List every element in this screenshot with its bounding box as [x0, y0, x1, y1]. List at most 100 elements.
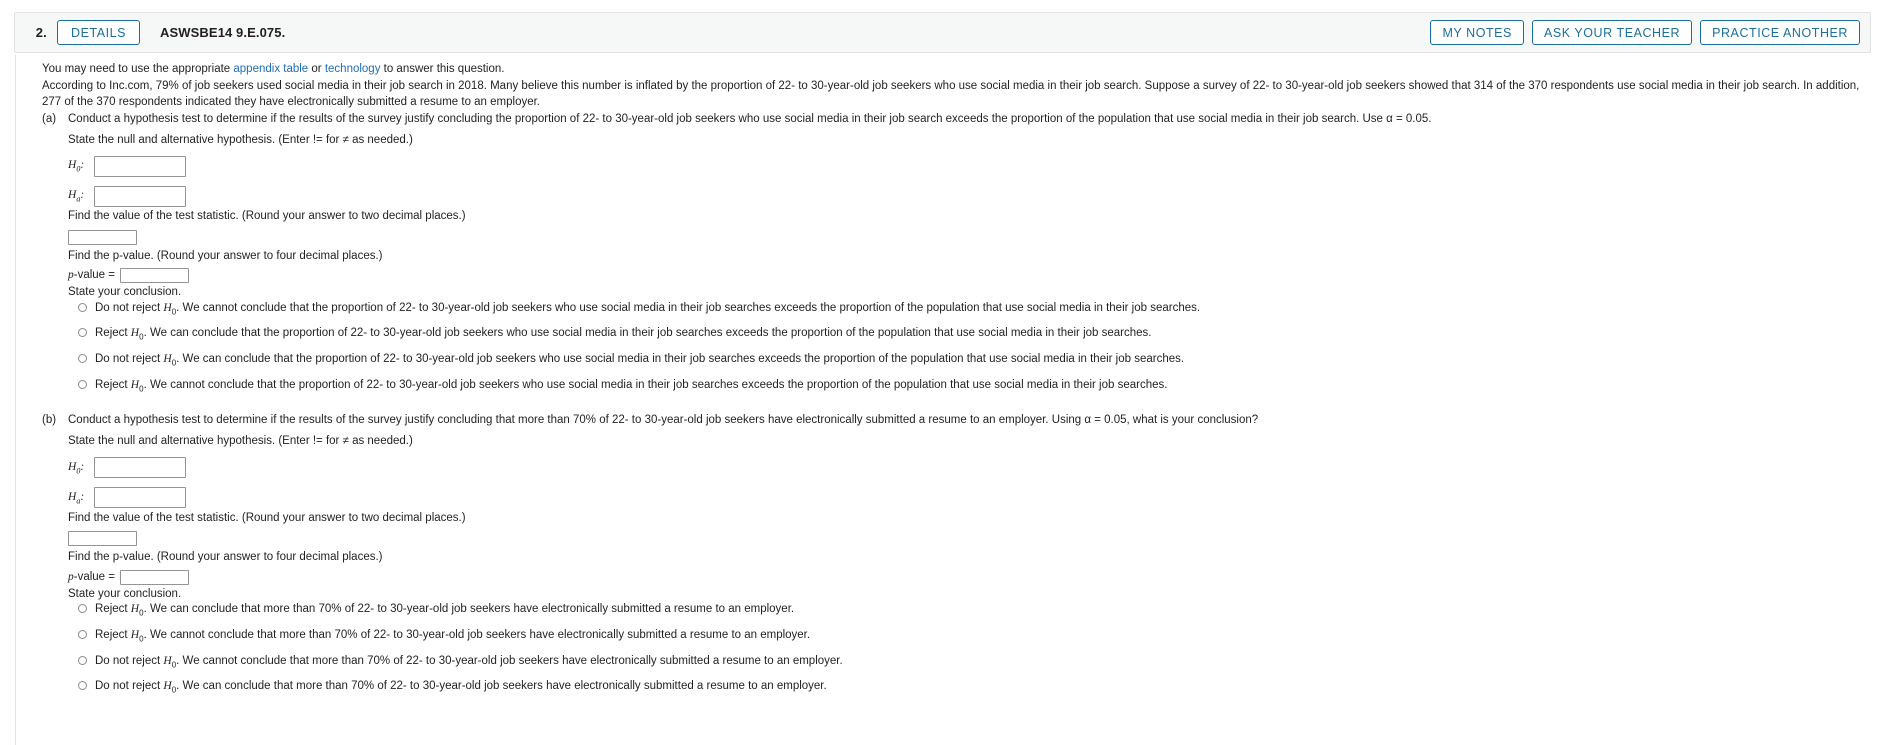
opt-rest: . We cannot conclude that the proportion… — [143, 378, 1168, 391]
hint-suffix: to answer this question. — [380, 63, 505, 75]
h0-subscript: 0 — [76, 164, 81, 174]
question-number: 2. — [35, 25, 47, 40]
my-notes-button[interactable]: MY NOTES — [1430, 19, 1524, 46]
radio-icon[interactable] — [78, 302, 87, 312]
part-a-h0-row: H0: — [68, 154, 1881, 178]
part-a-ha-input[interactable] — [94, 185, 186, 207]
part-a-option-3[interactable]: Do not reject H0. We can conclude that t… — [78, 352, 1881, 369]
h-symbol: H — [163, 654, 172, 667]
part-b-option-1-label: Reject H0. We can conclude that more tha… — [95, 602, 794, 619]
opt-lead: Do not reject — [95, 654, 164, 667]
part-b-h0-row: H0: — [68, 456, 1881, 480]
scenario-text: According to Inc.com, 79% of job seekers… — [42, 79, 1860, 109]
h-symbol: H — [163, 353, 172, 366]
h-symbol: H — [130, 327, 140, 340]
part-a-pvalue-label: p-value = — [68, 267, 115, 284]
opt-lead: Reject — [95, 628, 131, 641]
part-a-h0-input[interactable] — [94, 155, 186, 177]
part-b-pvalue-row: p-value = — [68, 569, 1881, 586]
question-body: You may need to use the appropriate appe… — [15, 55, 1881, 745]
radio-icon[interactable] — [78, 328, 87, 338]
ha-subscript: a — [76, 496, 81, 506]
part-b-test-statistic-prompt: Find the value of the test statistic. (R… — [68, 511, 466, 524]
part-a-label: (a) — [42, 113, 57, 126]
part-b-prompt: Conduct a hypothesis test to determine i… — [68, 414, 1259, 427]
part-b-option-3[interactable]: Do not reject H0. We cannot conclude tha… — [78, 654, 1881, 671]
part-a-option-4[interactable]: Reject H0. We cannot conclude that the p… — [78, 378, 1881, 395]
opt-lead: Reject — [95, 603, 131, 616]
practice-another-button[interactable]: PRACTICE ANOTHER — [1700, 19, 1860, 46]
part-a-test-statistic-input[interactable] — [68, 230, 137, 246]
part-b-option-2-label: Reject H0. We cannot conclude that more … — [95, 628, 810, 645]
opt-rest: . We can conclude that more than 70% of … — [143, 603, 795, 616]
opt-rest: . We cannot conclude that more than 70% … — [176, 654, 843, 667]
radio-icon[interactable] — [78, 379, 87, 389]
part-a-h0-label: H0: — [68, 159, 85, 174]
opt-lead: Reject — [95, 378, 131, 391]
part-b-option-4-label: Do not reject H0. We can conclude that m… — [95, 679, 827, 696]
hint-prefix: You may need to use the appropriate — [42, 63, 234, 75]
ha-subscript: a — [76, 194, 81, 204]
part-a-pvalue-prompt: Find the p-value. (Round your answer to … — [68, 249, 383, 262]
part-a-option-1-label: Do not reject H0. We cannot conclude tha… — [95, 301, 1200, 318]
question-code: ASWSBE14 9.E.075. — [160, 25, 286, 40]
h-symbol: H — [130, 603, 140, 616]
part-b-pvalue-input[interactable] — [119, 569, 189, 585]
appendix-table-link[interactable]: appendix table — [233, 63, 308, 75]
part-a-pvalue-input[interactable] — [119, 268, 189, 284]
part-a-option-4-label: Reject H0. We cannot conclude that the p… — [95, 378, 1167, 395]
h-symbol: H — [163, 301, 172, 314]
part-b-ha-input[interactable] — [94, 487, 186, 509]
part-b-option-4[interactable]: Do not reject H0. We can conclude that m… — [78, 679, 1881, 696]
part-a-prompt: Conduct a hypothesis test to determine i… — [68, 113, 1432, 126]
part-a-ha-label: Ha: — [68, 189, 85, 204]
part-b-ha-row: Ha: — [68, 486, 1881, 510]
h-symbol: H — [163, 680, 172, 693]
technology-link[interactable]: technology — [325, 63, 381, 75]
appendix-hint: You may need to use the appropriate appe… — [42, 61, 1881, 78]
part-b-conclusion-prompt: State your conclusion. — [68, 587, 182, 600]
opt-lead: Do not reject — [95, 680, 164, 693]
part-b-content: State the null and alternative hypothesi… — [68, 433, 1881, 696]
question-page: 2. DETAILS ASWSBE14 9.E.075. MY NOTES AS… — [0, 12, 1881, 745]
opt-rest: . We can conclude that more than 70% of … — [176, 680, 827, 693]
part-a-option-2[interactable]: Reject H0. We can conclude that the prop… — [78, 326, 1881, 343]
part-b-pvalue-prompt: Find the p-value. (Round your answer to … — [68, 551, 383, 564]
part-b-test-statistic-input[interactable] — [68, 531, 137, 547]
ask-your-teacher-button[interactable]: ASK YOUR TEACHER — [1531, 19, 1693, 46]
details-button[interactable]: DETAILS — [57, 19, 141, 46]
part-b-option-1[interactable]: Reject H0. We can conclude that more tha… — [78, 602, 1881, 619]
h-symbol: H — [130, 378, 140, 391]
question-header: 2. DETAILS ASWSBE14 9.E.075. MY NOTES AS… — [14, 12, 1871, 53]
pvalue-label-rest: -value = — [73, 269, 115, 282]
part-b-option-3-label: Do not reject H0. We cannot conclude tha… — [95, 654, 843, 671]
h-symbol: H — [130, 628, 140, 641]
hint-mid: or — [308, 63, 325, 75]
part-a-option-2-label: Reject H0. We can conclude that the prop… — [95, 326, 1151, 343]
opt-rest: . We can conclude that the proportion of… — [176, 353, 1185, 366]
part-a-ha-row: Ha: — [68, 184, 1881, 208]
part-b-option-2[interactable]: Reject H0. We cannot conclude that more … — [78, 628, 1881, 645]
h0-subscript: 0 — [76, 466, 81, 476]
part-a-options: Do not reject H0. We cannot conclude tha… — [68, 301, 1881, 395]
radio-icon[interactable] — [78, 629, 87, 639]
opt-rest: . We can conclude that the proportion of… — [143, 327, 1152, 340]
header-actions: MY NOTES ASK YOUR TEACHER PRACTICE ANOTH… — [1430, 19, 1860, 46]
pvalue-label-rest: -value = — [73, 570, 115, 583]
opt-lead: Do not reject — [95, 301, 164, 314]
part-a: (a) Conduct a hypothesis test to determi… — [42, 111, 1881, 128]
part-a-pvalue-row: p-value = — [68, 267, 1881, 284]
part-b: (b) Conduct a hypothesis test to determi… — [42, 412, 1881, 429]
radio-icon[interactable] — [78, 681, 87, 691]
part-a-test-statistic-prompt: Find the value of the test statistic. (R… — [68, 210, 466, 223]
part-b-pvalue-label: p-value = — [68, 569, 115, 586]
part-b-hypothesis-prompt: State the null and alternative hypothesi… — [68, 435, 413, 448]
part-b-h0-input[interactable] — [94, 457, 186, 479]
part-a-option-1[interactable]: Do not reject H0. We cannot conclude tha… — [78, 301, 1881, 318]
radio-icon[interactable] — [78, 354, 87, 364]
radio-icon[interactable] — [78, 655, 87, 665]
radio-icon[interactable] — [78, 604, 87, 614]
part-b-options: Reject H0. We can conclude that more tha… — [68, 602, 1881, 696]
opt-rest: . We cannot conclude that more than 70% … — [143, 628, 811, 641]
opt-lead: Reject — [95, 327, 131, 340]
